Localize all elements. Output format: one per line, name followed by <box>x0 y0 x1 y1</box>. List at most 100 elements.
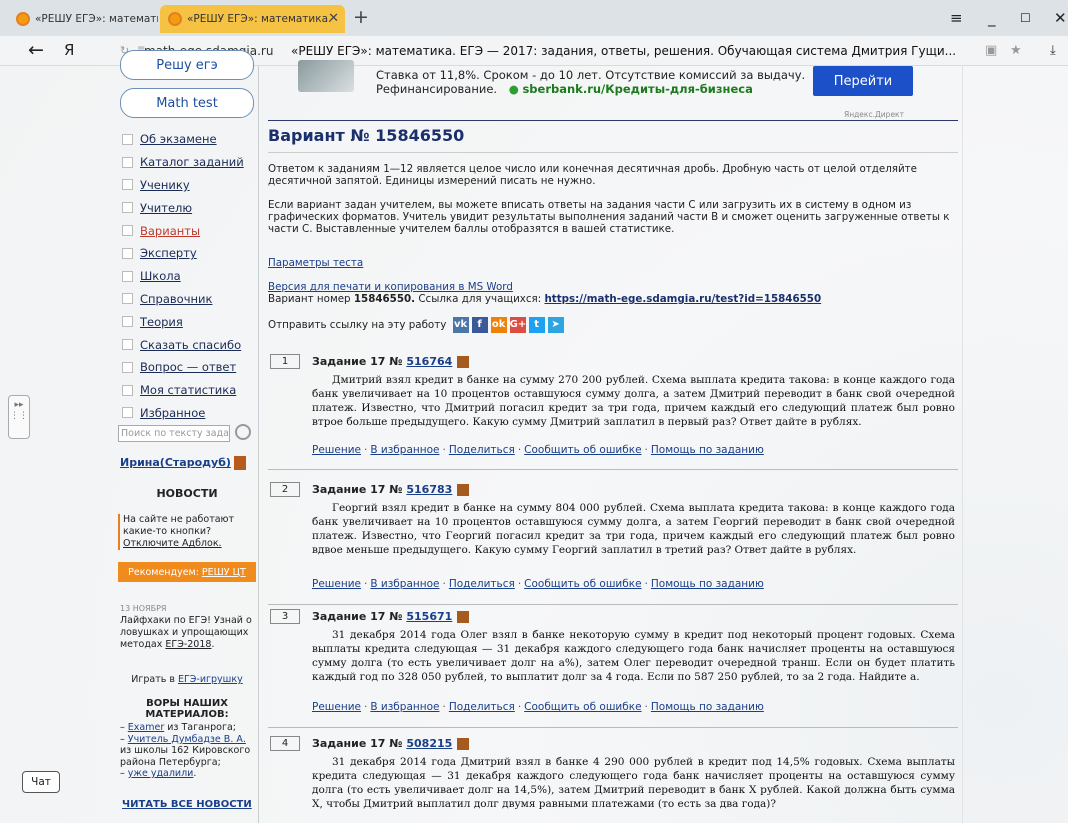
task-solution-link[interactable]: Решение <box>312 444 361 456</box>
task-favorite-link[interactable]: В избранное <box>370 701 439 713</box>
task-number[interactable]: 2 <box>270 482 300 497</box>
separator: · <box>364 701 368 713</box>
task-report-link[interactable]: Сообщить об ошибке <box>524 701 641 713</box>
googleplus-icon[interactable]: G+ <box>509 317 526 333</box>
sidebar-item[interactable]: Эксперту <box>122 242 244 265</box>
odnoklassniki-icon[interactable]: ok <box>490 317 507 333</box>
task-favorite-link[interactable]: В избранное <box>370 578 439 590</box>
task-help-link[interactable]: Помощь по заданию <box>651 578 764 590</box>
task-share-link[interactable]: Поделиться <box>449 701 515 713</box>
print-version-link[interactable]: Версия для печати и копирования в MS Wor… <box>268 281 958 293</box>
news-heading: НОВОСТИ <box>156 487 218 500</box>
yandex-logo[interactable]: Я <box>64 41 74 59</box>
twitter-icon[interactable]: t <box>528 317 545 333</box>
ad-globe-icon: ● <box>508 82 519 96</box>
page-title-in-bar[interactable]: «РЕШУ ЕГЭ»: математика. ЕГЭ — 2017: зада… <box>291 44 961 58</box>
task-title: Задание 17 № 516783 <box>312 483 470 496</box>
task-number[interactable]: 4 <box>270 736 300 751</box>
sidebar-item[interactable]: Каталог заданий <box>122 151 244 174</box>
browser-tab-1[interactable]: «РЕШУ ЕГЭ»: математика. Е <box>8 5 158 33</box>
task-report-link[interactable]: Сообщить об ошибке <box>524 578 641 590</box>
vk-icon[interactable]: vk <box>452 317 469 333</box>
adblock-notice: На сайте не работают какие-то кнопки? От… <box>118 514 256 550</box>
students-link[interactable]: https://math-ege.sdamgia.ru/test?id=1584… <box>544 293 821 305</box>
bookmark-page-icon[interactable]: ▣ <box>985 43 997 58</box>
sidebar-item[interactable]: Теория <box>122 310 244 333</box>
disable-adblock-link[interactable]: Отключите Адблок. <box>123 538 222 549</box>
back-arrow-icon[interactable]: ← <box>28 39 44 61</box>
ad-banner: Ставка от 11,8%. Сроком - до 10 лет. Отс… <box>298 60 920 119</box>
task-share-link[interactable]: Поделиться <box>449 578 515 590</box>
facebook-icon[interactable]: f <box>471 317 488 333</box>
task-help-link[interactable]: Помощь по заданию <box>651 701 764 713</box>
ad-go-button[interactable]: Перейти <box>813 66 913 96</box>
sidebar-toggle-handle[interactable]: ▸▸ ⋮⋮ <box>8 395 30 439</box>
user-link[interactable]: Ирина(Стародуб) <box>120 456 246 470</box>
read-all-news-link[interactable]: ЧИТАТЬ ВСЕ НОВОСТИ <box>122 799 252 810</box>
telegram-icon[interactable]: ➤ <box>547 317 564 333</box>
user-name: Ирина(Стародуб) <box>120 456 231 469</box>
task-number[interactable]: 3 <box>270 609 300 624</box>
task-id-link[interactable]: 516783 <box>406 483 452 496</box>
task-divider <box>268 727 958 728</box>
test-params-link[interactable]: Параметры теста <box>268 257 958 269</box>
sidebar-item[interactable]: Школа <box>122 265 244 288</box>
reshu-ct-link[interactable]: РЕШУ ЦТ <box>202 567 246 578</box>
sidebar-item[interactable]: Сказать спасибо <box>122 333 244 356</box>
task-title-text: Задание 17 № <box>312 737 403 750</box>
sidebar-item[interactable]: Об экзамене <box>122 128 244 151</box>
task-report-link[interactable]: Сообщить об ошибке <box>524 444 641 456</box>
maximize-icon[interactable]: ☐ <box>1020 11 1031 25</box>
task-image-icon <box>457 356 470 368</box>
sidebar-item[interactable]: Варианты <box>122 219 244 242</box>
separator: · <box>644 444 648 456</box>
task-number[interactable]: 1 <box>270 354 300 369</box>
search-icon[interactable] <box>235 424 251 440</box>
sidebar-item[interactable]: Учителю <box>122 196 244 219</box>
thief-link[interactable]: Учитель Думбадзе В. А. <box>128 734 246 745</box>
task-title-text: Задание 17 № <box>312 355 403 368</box>
new-tab-button[interactable]: + <box>353 6 369 28</box>
sidebar-item[interactable]: Вопрос — ответ <box>122 356 244 379</box>
task-image-icon <box>457 738 470 750</box>
task-favorite-link[interactable]: В избранное <box>370 444 439 456</box>
close-tab-icon[interactable]: ✕ <box>328 11 339 26</box>
checkbox-icon <box>122 247 133 259</box>
news-link[interactable]: ЕГЭ-2018 <box>165 639 211 650</box>
ege-game-link[interactable]: ЕГЭ-игрушку <box>178 674 243 685</box>
variant-prefix: Вариант номер <box>268 293 354 305</box>
separator: · <box>364 578 368 590</box>
ad-source[interactable]: Яндекс.Директ <box>844 110 904 119</box>
variant-number: 15846550. <box>353 293 416 305</box>
ad-link[interactable]: sberbank.ru/Кредиты-для-бизнеса <box>522 82 752 96</box>
math-test-button[interactable]: Math test <box>120 88 254 118</box>
task-id-link[interactable]: 508215 <box>406 737 452 750</box>
browser-tab-2-active[interactable]: «РЕШУ ЕГЭ»: математика. ✕ <box>160 5 345 33</box>
task-solution-link[interactable]: Решение <box>312 701 361 713</box>
reshu-ege-button[interactable]: Решу егэ <box>120 50 254 80</box>
sidebar-item[interactable]: Моя статистика <box>122 379 244 402</box>
task-id-link[interactable]: 515671 <box>406 610 452 623</box>
download-icon[interactable]: ⤓ <box>1050 43 1056 58</box>
search-input[interactable]: Поиск по тексту задания <box>118 425 230 442</box>
sidebar-item[interactable]: Ученику <box>122 174 244 197</box>
checkbox-icon <box>122 270 133 282</box>
chat-button[interactable]: Чат <box>22 771 60 793</box>
share-line: Отправить ссылку на эту работу vk f ok G+ t ➤ <box>268 317 958 333</box>
thief-link[interactable]: Examer <box>128 722 164 733</box>
task-solution-link[interactable]: Решение <box>312 578 361 590</box>
thief-link[interactable]: уже удалили <box>128 768 194 779</box>
minimize-icon[interactable]: _ <box>988 9 996 27</box>
close-icon[interactable]: ✕ <box>1054 9 1067 27</box>
menu-icon[interactable]: ≡ <box>950 9 963 27</box>
task-share-link[interactable]: Поделиться <box>449 444 515 456</box>
task-id-link[interactable]: 516764 <box>406 355 452 368</box>
tab-strip: «РЕШУ ЕГЭ»: математика. Е «РЕШУ ЕГЭ»: ма… <box>0 0 1068 36</box>
task-divider <box>268 469 958 470</box>
star-icon[interactable]: ★ <box>1010 43 1022 58</box>
sidebar-item[interactable]: Справочник <box>122 288 244 311</box>
ad-line2: Рефинансирование. <box>376 82 498 96</box>
sidebar-item[interactable]: Избранное <box>122 402 244 425</box>
task-help-link[interactable]: Помощь по заданию <box>651 444 764 456</box>
recommend-banner: Рекомендуем: РЕШУ ЦТ <box>118 562 256 582</box>
